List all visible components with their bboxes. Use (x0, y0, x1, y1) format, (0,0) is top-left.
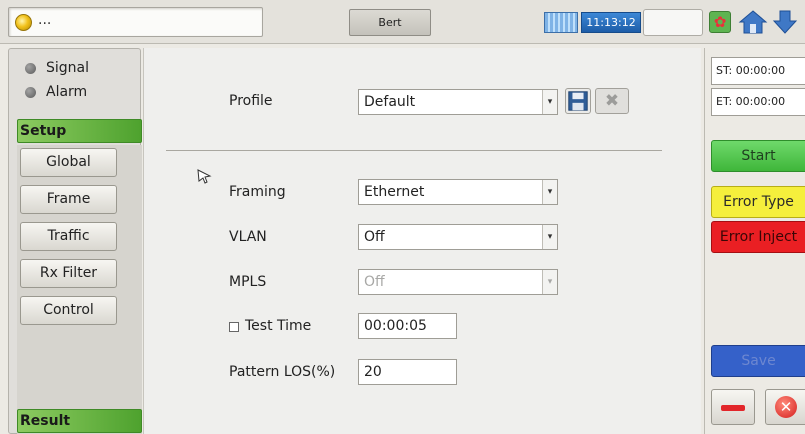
chevron-down-icon: ▾ (542, 225, 557, 249)
vlan-value: Off (364, 229, 385, 245)
save-icon[interactable] (565, 88, 591, 114)
down-arrow-icon[interactable] (772, 9, 798, 35)
nav-frame-button[interactable]: Frame (20, 185, 117, 214)
sidebar: Signal Alarm Setup Global Frame Traffic … (8, 48, 142, 434)
nav-rx-filter-button[interactable]: Rx Filter (20, 259, 117, 288)
bert-screen: ... Bert 11:13:12 ✿ Signal Alarm Setup G… (0, 0, 805, 434)
delete-icon[interactable]: ✖ (595, 88, 629, 114)
pattern-los-input[interactable]: 20 (358, 359, 457, 385)
cursor-icon (197, 169, 212, 184)
test-time-checkbox[interactable] (229, 322, 239, 332)
home-icon[interactable] (738, 9, 768, 35)
start-button[interactable]: Start (711, 140, 805, 172)
mpls-value: Off (364, 274, 385, 290)
test-time-label: Test Time (245, 318, 312, 334)
error-inject-button[interactable]: Error Inject (711, 221, 805, 253)
framing-select[interactable]: Ethernet ▾ (358, 179, 558, 205)
vlan-select[interactable]: Off ▾ (358, 224, 558, 250)
chevron-down-icon: ▾ (542, 90, 557, 114)
signal-led-icon (25, 62, 36, 74)
clock: 11:13:12 (581, 12, 641, 33)
mpls-select: Off ▾ (358, 269, 558, 295)
save-button[interactable]: Save (711, 345, 805, 377)
divider (166, 150, 662, 151)
pattern-los-label: Pattern LOS(%) (229, 364, 336, 380)
tab-bert[interactable]: Bert (349, 9, 431, 36)
framing-label: Framing (229, 184, 286, 200)
vlan-label: VLAN (229, 229, 267, 245)
result-header[interactable]: Result (17, 409, 142, 433)
nav-global-button[interactable]: Global (20, 148, 117, 177)
nav-control-button[interactable]: Control (20, 296, 117, 325)
top-bar: ... Bert 11:13:12 ✿ (0, 0, 805, 44)
test-time-input[interactable]: 00:00:05 (358, 313, 457, 339)
profile-label: Profile (229, 93, 273, 109)
chevron-down-icon: ▾ (542, 270, 557, 294)
signal-indicator: Signal (25, 59, 89, 77)
framing-value: Ethernet (364, 184, 425, 200)
close-button[interactable]: ✕ (765, 389, 805, 425)
info-field (643, 9, 703, 36)
alarm-label: Alarm (46, 84, 88, 100)
nav-traffic-button[interactable]: Traffic (20, 222, 117, 251)
status-text: ... (38, 12, 52, 28)
status-field[interactable]: ... (8, 7, 263, 37)
network-icon (544, 12, 578, 33)
right-panel: ST: 00:00:00 ET: 00:00:00 Start Error Ty… (704, 48, 805, 434)
profile-value: Default (364, 94, 416, 110)
settings-icon[interactable]: ✿ (709, 11, 731, 33)
signal-label: Signal (46, 60, 90, 76)
alarm-led-icon (25, 86, 36, 98)
minus-icon (721, 405, 745, 411)
close-icon: ✕ (775, 396, 797, 418)
minimize-button[interactable] (711, 389, 755, 425)
profile-select[interactable]: Default ▾ (358, 89, 558, 115)
error-type-button[interactable]: Error Type (711, 186, 805, 218)
mpls-label: MPLS (229, 274, 267, 290)
status-led-icon (15, 14, 32, 31)
chevron-down-icon: ▾ (542, 180, 557, 204)
alarm-indicator: Alarm (25, 83, 87, 101)
setup-header[interactable]: Setup (17, 119, 142, 143)
end-time-field: ET: 00:00:00 (711, 88, 805, 116)
main-panel: Profile Default ▾ ✖ Framing Ethernet ▾ V… (143, 48, 701, 434)
start-time-field: ST: 00:00:00 (711, 57, 805, 85)
